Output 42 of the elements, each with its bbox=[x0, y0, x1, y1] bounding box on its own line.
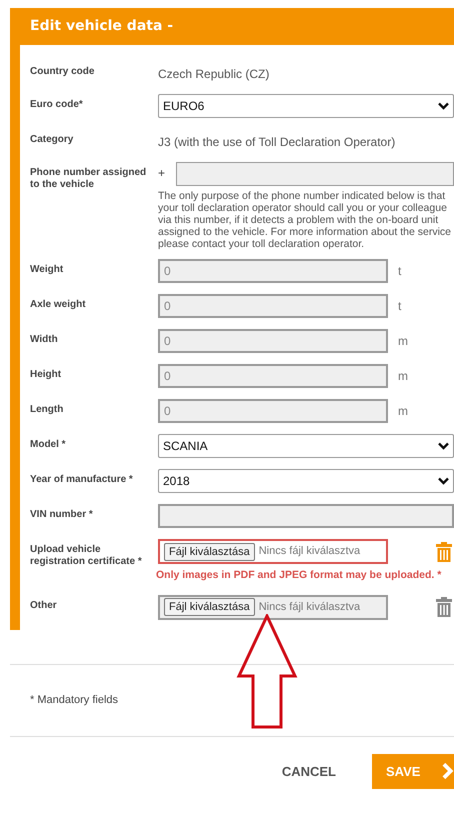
no-file-text: Nincs fájl kiválasztva bbox=[258, 600, 360, 615]
field-label: Length bbox=[30, 403, 64, 416]
trash-icon[interactable] bbox=[436, 542, 452, 562]
select-field[interactable]: SCANIA bbox=[158, 434, 454, 458]
field-value: J3 (with the use of Toll Declaration Operator) bbox=[158, 134, 396, 151]
upload-error-text: Only images in PDF and JPEG format may be uploaded. * bbox=[156, 568, 442, 583]
select-field[interactable]: 2018 bbox=[158, 469, 454, 493]
file-upload-field[interactable]: Fájl kiválasztása Nincs fájl kiválasztva bbox=[158, 594, 388, 620]
field-label: Model * bbox=[30, 438, 67, 451]
choose-file-button[interactable]: Fájl kiválasztása bbox=[164, 598, 255, 616]
chevron-down-icon bbox=[438, 442, 449, 450]
select-field[interactable]: EURO6 bbox=[158, 94, 454, 118]
unit-label: m bbox=[398, 333, 408, 350]
field-label: Axle weight bbox=[30, 298, 87, 311]
phone-prefix: + bbox=[158, 165, 166, 182]
file-upload-field[interactable]: Fájl kiválasztása Nincs fájl kiválasztva bbox=[158, 539, 388, 564]
phone-help-text: The only purpose of the phone number indicated below is that your toll declaration operator should call you or your colleague via this number, if it detects a problem with the on-board unit assigned to the vehicle. For more information about the service please contact your toll declaration operator. bbox=[158, 190, 452, 250]
choose-file-button[interactable]: Fájl kiválasztása bbox=[164, 542, 255, 560]
field-label: Weight bbox=[30, 263, 64, 276]
field-value: Czech Republic (CZ) bbox=[158, 66, 270, 83]
field-label: Year of manufacture * bbox=[30, 473, 134, 486]
field-label: Category bbox=[30, 133, 74, 146]
chevron-right-icon bbox=[442, 762, 454, 780]
field-label: VIN number * bbox=[30, 508, 94, 521]
unit-label: m bbox=[398, 368, 408, 385]
field-label: Euro code* bbox=[30, 98, 84, 111]
unit-label: t bbox=[398, 263, 402, 280]
field-label: Phone number assigned to the vehicle bbox=[30, 166, 148, 191]
field-label: Upload vehicle registration certificate * bbox=[30, 543, 143, 568]
chevron-down-icon bbox=[438, 102, 449, 110]
field-label: Other bbox=[30, 598, 58, 612]
field-label: Width bbox=[30, 333, 59, 346]
chevron-down-icon bbox=[438, 477, 449, 485]
dialog-title: Edit vehicle data - bbox=[30, 17, 174, 36]
cancel-button[interactable]: CANCEL bbox=[282, 762, 336, 781]
mandatory-note: * Mandatory fields bbox=[30, 693, 118, 708]
no-file-text: Nincs fájl kiválasztva bbox=[258, 544, 360, 560]
field-label: Country code bbox=[30, 65, 96, 78]
trash-icon[interactable] bbox=[436, 597, 452, 618]
unit-label: t bbox=[398, 298, 402, 315]
field-label: Height bbox=[30, 368, 62, 381]
unit-label: m bbox=[398, 403, 408, 420]
